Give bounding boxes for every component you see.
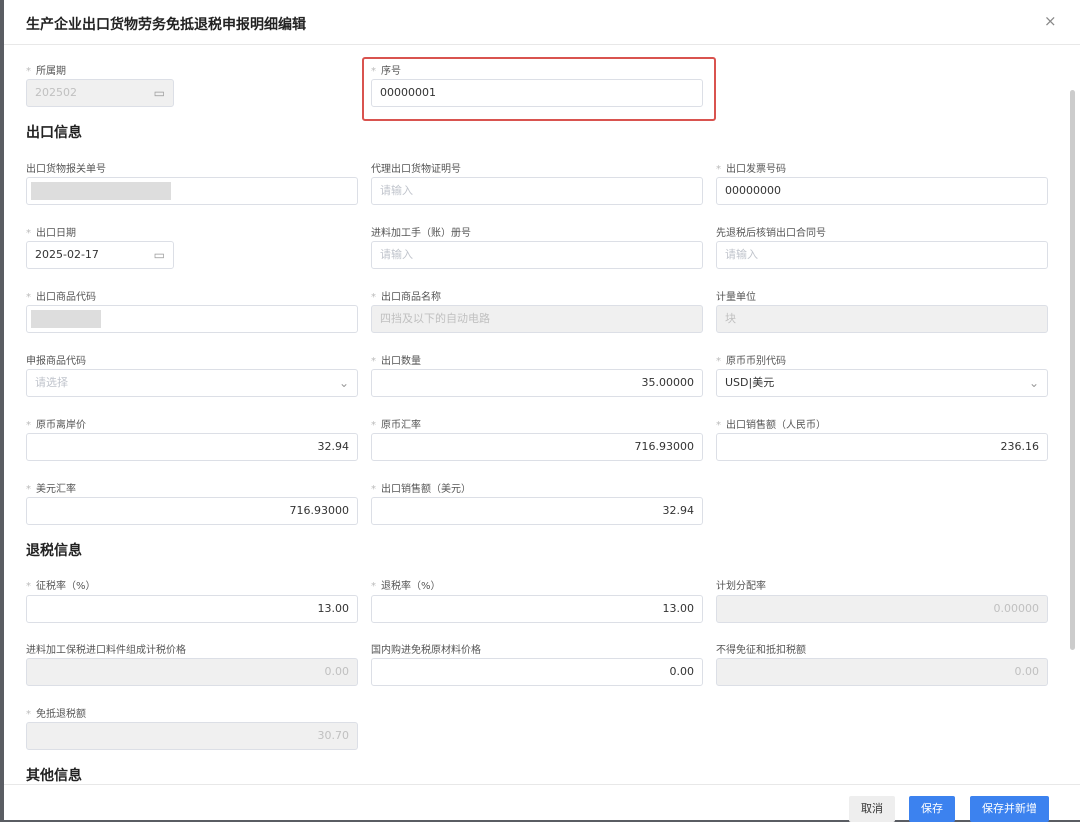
invoice-no-label: * 出口发票号码 (716, 164, 786, 175)
fob-price-label: * 原币离岸价 (26, 420, 86, 431)
save-button[interactable]: 保存 (909, 796, 955, 822)
domestic-price-input[interactable]: 0.00 (371, 658, 703, 686)
refund-rate-input[interactable]: 13.00 (371, 595, 703, 623)
agent-cert-label: 代理出口货物证明号 (371, 164, 461, 175)
divider (4, 784, 1080, 785)
domestic-price-label: 国内购进免税原材料价格 (371, 645, 481, 656)
refund-rate-label: * 退税率（%） (371, 581, 441, 592)
plan-ratio-label: 计划分配率 (716, 581, 766, 592)
refund-amount-input[interactable]: 30.70 (26, 722, 358, 750)
declared-code-select[interactable]: 请选择 ⌄ (26, 369, 358, 397)
redacted-value (31, 310, 101, 328)
calendar-icon: ▭ (153, 86, 165, 100)
edit-dialog: 生产企业出口货物劳务免抵退税申报明细编辑 × * 所属期 202502 ▭ * 序号 … (4, 0, 1080, 822)
quantity-input[interactable]: 35.00000 (371, 369, 703, 397)
fob-price-input[interactable]: 32.94 (26, 433, 358, 461)
currency-select[interactable]: USD|美元 ⌄ (716, 369, 1048, 397)
divider (4, 44, 1080, 45)
usd-rate-label: * 美元汇率 (26, 484, 76, 495)
goods-code-label: * 出口商品代码 (26, 292, 96, 303)
processing-book-input[interactable]: 请输入 (371, 241, 703, 269)
bonded-price-label: 进料加工保税进口料件组成计税价格 (26, 645, 186, 656)
goods-code-input[interactable] (26, 305, 358, 333)
period-input[interactable]: 202502 ▭ (26, 79, 174, 107)
quantity-label: * 出口数量 (371, 356, 421, 367)
chevron-down-icon: ⌄ (1028, 376, 1039, 390)
agent-cert-input[interactable]: 请输入 (371, 177, 703, 205)
chevron-down-icon: ⌄ (338, 376, 349, 390)
dialog-title: 生产企业出口货物劳务免抵退税申报明细编辑 (26, 17, 306, 33)
period-label: * 所属期 (26, 66, 66, 77)
redacted-value (31, 182, 171, 200)
declared-code-label: 申报商品代码 (26, 356, 86, 367)
unit-input[interactable]: 块 (716, 305, 1048, 333)
non-deductible-label: 不得免征和抵扣税额 (716, 645, 806, 656)
section-export: 出口信息 (26, 125, 82, 141)
unit-label: 计量单位 (716, 292, 756, 303)
usd-rate-input[interactable]: 716.93000 (26, 497, 358, 525)
export-date-label: * 出口日期 (26, 228, 76, 239)
sales-cny-label: * 出口销售额（人民币） (716, 420, 826, 431)
levy-rate-input[interactable]: 13.00 (26, 595, 358, 623)
save-and-new-button[interactable]: 保存并新增 (970, 796, 1049, 822)
fx-rate-input[interactable]: 716.93000 (371, 433, 703, 461)
close-icon[interactable]: × (1044, 12, 1057, 30)
sales-usd-label: * 出口销售额（美元） (371, 484, 471, 495)
cancel-button[interactable]: 取消 (849, 796, 895, 822)
non-deductible-input[interactable]: 0.00 (716, 658, 1048, 686)
contract-no-input[interactable]: 请输入 (716, 241, 1048, 269)
processing-book-label: 进料加工手（账）册号 (371, 228, 471, 239)
sales-cny-input[interactable]: 236.16 (716, 433, 1048, 461)
highlight-box (362, 57, 716, 121)
contract-no-label: 先退税后核销出口合同号 (716, 228, 826, 239)
levy-rate-label: * 征税率（%） (26, 581, 96, 592)
goods-name-label: * 出口商品名称 (371, 292, 441, 303)
plan-ratio-input[interactable]: 0.00000 (716, 595, 1048, 623)
export-date-input[interactable]: 2025-02-17 ▭ (26, 241, 174, 269)
currency-label: * 原币币别代码 (716, 356, 786, 367)
calendar-icon: ▭ (153, 248, 165, 262)
section-refund: 退税信息 (26, 543, 82, 559)
invoice-no-input[interactable]: 00000000 (716, 177, 1048, 205)
refund-amount-label: * 免抵退税额 (26, 709, 86, 720)
goods-name-input[interactable]: 四挡及以下的自动电路 (371, 305, 703, 333)
fx-rate-label: * 原币汇率 (371, 420, 421, 431)
section-other: 其他信息 (26, 768, 82, 784)
customs-no-label: 出口货物报关单号 (26, 164, 106, 175)
scrollbar[interactable] (1070, 90, 1075, 650)
sales-usd-input[interactable]: 32.94 (371, 497, 703, 525)
bonded-price-input[interactable]: 0.00 (26, 658, 358, 686)
customs-no-input[interactable] (26, 177, 358, 205)
